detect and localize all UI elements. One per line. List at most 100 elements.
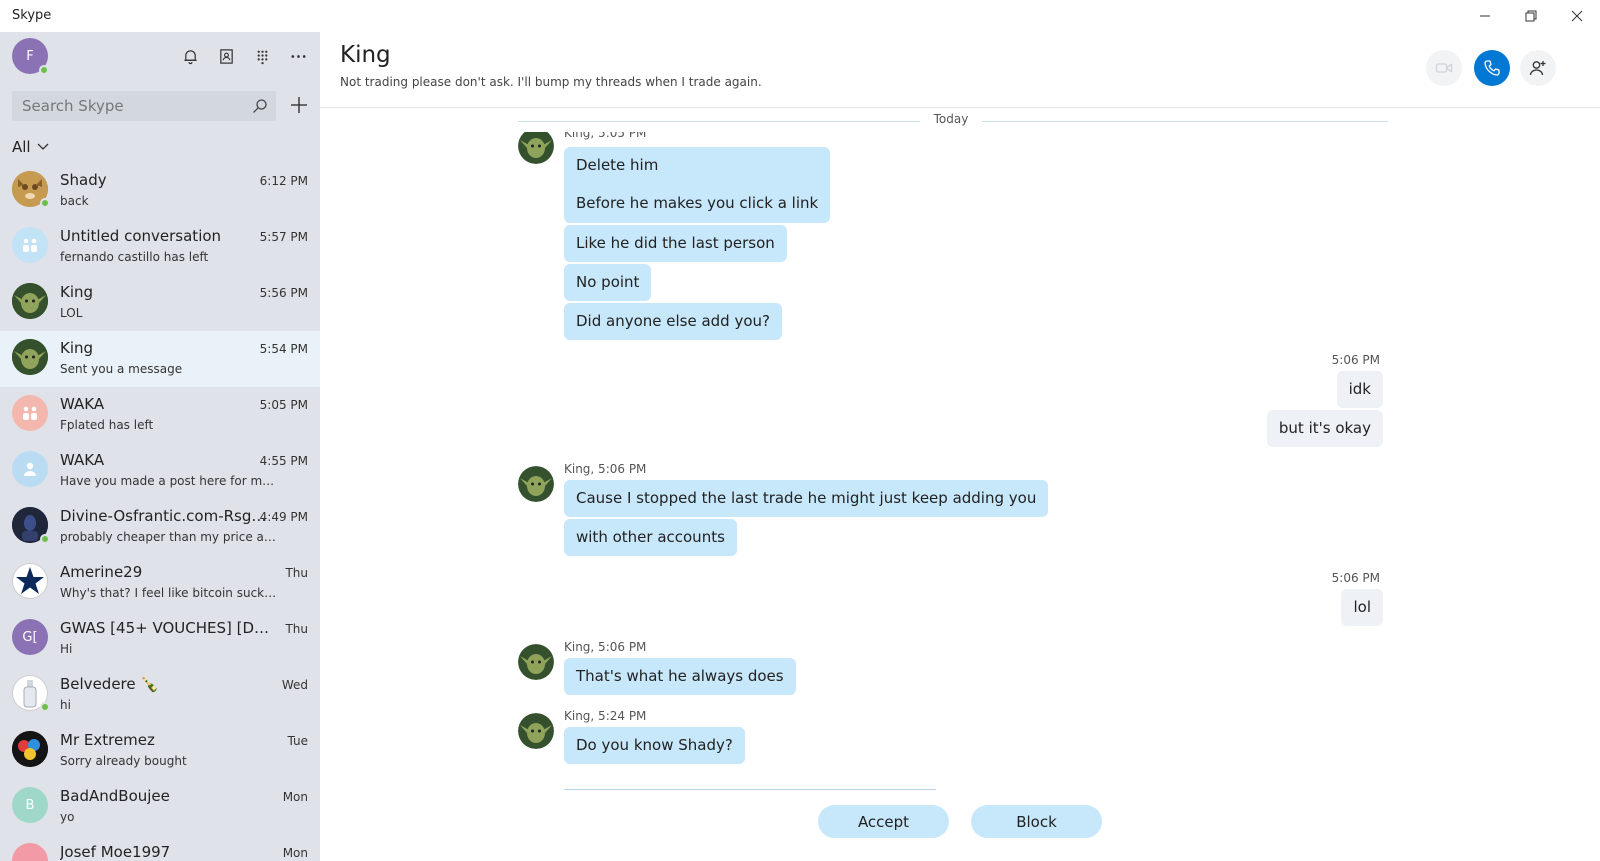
profile-avatar[interactable]: F [12, 38, 49, 75]
message-bubble[interactable]: Do you know Shady? [564, 727, 745, 764]
dialpad-button[interactable] [250, 44, 274, 68]
yoda-avatar-icon [12, 283, 48, 319]
conversation-name: Mr Extremez [60, 731, 155, 749]
conversation-name: Josef Moe1997 [60, 843, 171, 861]
presence-online-indicator [39, 65, 49, 75]
avatar-initials: G[ [22, 629, 38, 645]
message-bubble[interactable]: Cause I stopped the last trade he might … [564, 480, 1049, 517]
message-bubble[interactable]: Delete him Before he makes you click a l… [564, 147, 831, 223]
avatar [12, 395, 48, 431]
conversation-item[interactable]: Mr Extremez Tue Sorry already bought [0, 723, 320, 779]
message-sender-time: King, 5:05 PM [564, 132, 647, 140]
avatar [12, 451, 48, 487]
message-bubble[interactable]: Did anyone else add you? [564, 303, 782, 340]
conversation-item[interactable]: Divine-Osfrantic.com-Rsgol... 4:49 PM pr… [0, 499, 320, 555]
chevron-down-icon [37, 143, 49, 150]
message-bubble[interactable]: No point [564, 264, 652, 301]
conversation-item[interactable]: B BadAndBoujee Mon yo [0, 779, 320, 835]
presence-online-indicator [40, 198, 50, 208]
conversation-preview: Sorry already bought [60, 754, 187, 768]
message-bubble-outgoing[interactable]: idk [1336, 371, 1383, 408]
conversation-time: 5:56 PM [259, 286, 308, 300]
conversation-time: 6:12 PM [259, 174, 308, 188]
sender-avatar[interactable] [518, 466, 554, 502]
chat-title[interactable]: King [340, 42, 391, 68]
app-title: Skype [12, 8, 52, 23]
conversation-item[interactable]: Shady 6:12 PM back [0, 163, 320, 219]
sender-avatar[interactable] [518, 713, 554, 749]
message-text: Delete him [576, 156, 659, 174]
search-box [12, 91, 276, 121]
video-camera-icon [1435, 63, 1453, 73]
conversation-item-selected[interactable]: King 5:54 PM Sent you a message [0, 331, 320, 387]
yoda-avatar-icon [518, 713, 554, 749]
message-sender-time: King, 5:06 PM [564, 462, 647, 476]
chat-pane: King Not trading please don't ask. I'll … [320, 32, 1600, 861]
conversation-preview: Have you made a post here for me... [60, 474, 280, 488]
minimize-button[interactable] [1462, 0, 1508, 32]
conversation-item[interactable]: WAKA 4:55 PM Have you made a post here f… [0, 443, 320, 499]
new-chat-plus-button[interactable] [288, 94, 310, 116]
add-people-button[interactable] [1520, 50, 1556, 86]
conversation-item[interactable]: Untitled conversation 5:57 PM fernando c… [0, 219, 320, 275]
conversation-filter-dropdown[interactable]: All [12, 138, 49, 156]
avatar [12, 563, 48, 599]
title-bar: Skype [0, 0, 1600, 32]
conversation-preview: Hi [60, 642, 73, 656]
conversation-name: WAKA [60, 395, 105, 413]
avatar [12, 843, 48, 861]
conversation-preview: Why's that? I feel like bitcoin sucks...… [60, 586, 280, 600]
conversation-name: King [60, 283, 94, 301]
audio-call-button[interactable] [1474, 50, 1510, 86]
message-bubble[interactable]: Like he did the last person [564, 225, 787, 262]
block-button[interactable]: Block [971, 805, 1102, 838]
sender-avatar[interactable] [518, 132, 554, 164]
ellipsis-icon [291, 54, 305, 58]
notifications-button[interactable] [178, 44, 202, 68]
avatar [12, 339, 48, 375]
conversation-name: Shady [60, 171, 107, 189]
message-bubble[interactable]: That's what he always does [564, 658, 796, 695]
conversation-time: Wed [281, 678, 308, 692]
conversation-item[interactable]: Josef Moe1997 Mon [0, 835, 320, 861]
more-options-button[interactable] [286, 44, 310, 68]
person-icon [24, 462, 36, 476]
message-bubble[interactable]: with other accounts [564, 519, 737, 556]
avatar-initials: B [25, 797, 35, 813]
message-bubble-outgoing[interactable]: lol [1341, 589, 1383, 626]
avatar: B [12, 787, 48, 823]
close-icon [1571, 10, 1583, 22]
filter-label: All [12, 138, 31, 156]
sender-avatar[interactable] [518, 644, 554, 680]
conversation-preview: Sent you a message [60, 362, 183, 376]
restore-button[interactable] [1508, 0, 1554, 32]
message-time: 5:06 PM [1331, 353, 1380, 367]
conversation-name: Amerine29 [60, 563, 143, 581]
avatar [12, 227, 48, 263]
avatar [12, 675, 50, 712]
conversation-item[interactable]: Belvedere 🍾 Wed hi [0, 667, 320, 723]
conversation-preview: probably cheaper than my price any... [60, 530, 280, 544]
contacts-button[interactable] [214, 44, 238, 68]
chat-mood-message: Not trading please don't ask. I'll bump … [340, 75, 762, 89]
conversation-item[interactable]: Amerine29 Thu Why's that? I feel like bi… [0, 555, 320, 611]
accept-button[interactable]: Accept [818, 805, 949, 838]
conversation-name: King [60, 339, 94, 357]
conversation-time: 5:57 PM [259, 230, 308, 244]
conversation-name: Divine-Osfrantic.com-Rsgol... [60, 507, 275, 525]
video-call-button[interactable] [1426, 50, 1462, 86]
conversation-item[interactable]: G[ GWAS [45+ VOUCHES] [DONO... Thu Hi [0, 611, 320, 667]
compose-divider-line [564, 789, 936, 790]
message-bubble-outgoing[interactable]: but it's okay [1266, 410, 1383, 447]
bell-icon [183, 49, 197, 64]
conversation-time: 4:55 PM [259, 454, 308, 468]
restore-icon [1525, 10, 1537, 22]
message-sender-time: King, 5:06 PM [564, 640, 647, 654]
search-icon[interactable] [252, 98, 268, 114]
close-button[interactable] [1554, 0, 1600, 32]
search-input[interactable] [12, 91, 242, 121]
conversation-name: WAKA [60, 451, 105, 469]
conversation-item[interactable]: WAKA 5:05 PM Fplated has left [0, 387, 320, 443]
conversation-item[interactable]: King 5:56 PM LOL [0, 275, 320, 331]
group-icon [23, 238, 37, 252]
